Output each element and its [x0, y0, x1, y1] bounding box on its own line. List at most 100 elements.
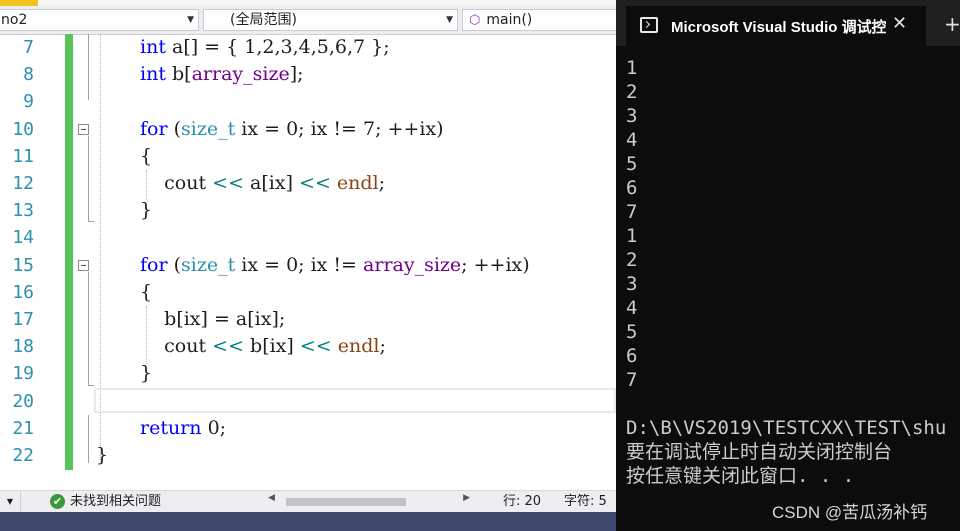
code-token: cout: [140, 172, 213, 194]
editor-status-bar: ▼ ✔ 未找到相关问题 ◀ ▶ 行: 20 字符: 5: [0, 490, 616, 513]
project-dropdown-label: no2: [1, 12, 28, 28]
console-output-line: 6: [626, 177, 638, 199]
fold-guide-line: [88, 136, 89, 222]
console-output-line: 6: [626, 345, 638, 367]
code-token: int: [140, 63, 166, 86]
console-output-line: 按任意键关闭此窗口. . .: [626, 465, 855, 487]
code-token: }: [140, 362, 153, 385]
code-line[interactable]: }: [96, 442, 108, 469]
code-line[interactable]: }: [140, 197, 152, 224]
code-token: b[ix]: [244, 335, 300, 358]
console-output-line: 2: [626, 249, 638, 271]
watermark: CSDN @苦瓜汤补钙: [772, 503, 928, 522]
console-output-line: 5: [626, 153, 638, 175]
code-token: }: [96, 444, 109, 466]
fold-guide-end: [88, 221, 94, 222]
code-token: ;: [379, 335, 386, 358]
console-output-line: 2: [626, 81, 638, 103]
console-output-line: 1: [626, 225, 638, 247]
line-number: 8: [23, 64, 34, 86]
scroll-right-icon[interactable]: ▶: [463, 493, 470, 503]
line-number: 14: [12, 227, 34, 249]
code-token: <<: [212, 172, 244, 194]
code-line[interactable]: cout << a[ix] << endl;: [140, 170, 385, 197]
output-panel-strip: [0, 512, 616, 531]
line-number: 15: [12, 254, 34, 276]
collapse-icon[interactable]: [78, 260, 89, 271]
debug-console-window: Microsoft Visual Studio 调试控制台 ✕ + 123456…: [616, 0, 960, 531]
code-token: }: [140, 199, 153, 222]
code-line[interactable]: }: [140, 360, 152, 387]
code-token: ];: [289, 63, 304, 86]
scrollbar-thumb[interactable]: [286, 498, 406, 506]
line-number: 9: [23, 91, 34, 113]
console-output-line: 4: [626, 129, 638, 151]
console-output-line: 4: [626, 297, 638, 319]
code-line[interactable]: cout << b[ix] << endl;: [140, 333, 386, 360]
column-indicator: 字符: 5: [564, 494, 607, 509]
code-token: <<: [299, 335, 332, 358]
console-output: 12345671234567 D:\B\VS2019\TESTCXX\TEST\…: [626, 56, 946, 488]
navigation-bar: no2 ▼ (全局范围) ▼ ⬡ main(): [0, 6, 616, 35]
terminal-icon: [640, 17, 658, 33]
console-output-line: 1: [626, 57, 638, 79]
console-output-line: 5: [626, 321, 638, 343]
line-number: 22: [12, 445, 34, 466]
code-token: ; ++ix): [461, 253, 530, 276]
code-token: 0;: [201, 416, 227, 439]
console-output-line: 要在调试停止时自动关闭控制台: [626, 441, 893, 463]
scroll-left-icon[interactable]: ◀: [268, 493, 275, 503]
code-token: {: [140, 144, 153, 167]
code-token: array_size: [363, 253, 462, 276]
code-line[interactable]: int b[array_size];: [140, 61, 304, 88]
project-dropdown[interactable]: no2 ▼: [0, 9, 199, 31]
chevron-down-icon: ▼: [446, 15, 453, 25]
function-cube-icon: ⬡: [469, 13, 481, 28]
code-line[interactable]: int a[] = { 1,2,3,4,5,6,7 };: [140, 34, 390, 61]
fold-guide-end: [88, 385, 94, 386]
collapse-icon[interactable]: [78, 124, 89, 135]
code-editor-pane: no2 ▼ (全局范围) ▼ ⬡ main() 7 8 9 10 11 12 13 14 15 16…: [0, 0, 616, 531]
line-number-gutter: 7 8 9 10 11 12 13 14 15 16 17 18 19 20 21 22: [0, 34, 62, 474]
line-number: 10: [12, 118, 34, 140]
code-token: (: [167, 253, 182, 276]
line-number: 11: [12, 145, 34, 167]
code-token: ix = 0; ix !=: [235, 253, 364, 276]
console-title: Microsoft Visual Studio 调试控制台: [671, 19, 886, 36]
scope-dropdown-label: (全局范围): [230, 12, 297, 28]
code-line[interactable]: {: [140, 279, 152, 306]
console-output-line: 3: [626, 105, 638, 127]
fold-guide-line: [88, 34, 89, 100]
code-token: <<: [212, 335, 244, 358]
line-number: 21: [12, 417, 34, 439]
code-line[interactable]: {: [140, 143, 152, 170]
code-line[interactable]: for (size_t ix = 0; ix != array_size; ++…: [140, 252, 530, 279]
scope-dropdown[interactable]: (全局范围) ▼: [203, 9, 458, 31]
console-tab[interactable]: Microsoft Visual Studio 调试控制台 ✕: [626, 6, 926, 46]
console-output-line: D:\B\VS2019\TESTCXX\TEST\shu: [626, 417, 947, 439]
horizontal-scrollbar[interactable]: ◀ ▶: [268, 493, 470, 508]
current-line-highlight: [94, 388, 616, 413]
code-line[interactable]: return 0;: [140, 415, 226, 442]
line-number: 13: [12, 200, 34, 222]
code-line[interactable]: b[ix] = a[ix];: [140, 306, 285, 333]
code-token: cout: [140, 335, 213, 358]
issues-status[interactable]: 未找到相关问题: [70, 491, 161, 513]
chevron-down-icon: ▼: [187, 15, 194, 25]
close-icon[interactable]: ✕: [892, 13, 907, 34]
code-token: for: [140, 253, 168, 276]
line-number: 12: [12, 173, 34, 194]
function-dropdown[interactable]: ⬡ main(): [462, 9, 616, 31]
console-output-line: 7: [626, 369, 638, 391]
line-number: 20: [12, 390, 34, 412]
code-token: a[ix]: [244, 172, 300, 194]
code-token: int: [140, 36, 166, 58]
plus-icon[interactable]: +: [944, 14, 960, 34]
zoom-dropdown[interactable]: ▼: [0, 491, 21, 513]
code-token: array_size: [191, 63, 290, 86]
code-token: endl: [337, 335, 380, 358]
line-number: 17: [12, 309, 34, 330]
code-line[interactable]: for (size_t ix = 0; ix != 7; ++ix): [140, 116, 444, 143]
code-token: (: [167, 117, 182, 140]
